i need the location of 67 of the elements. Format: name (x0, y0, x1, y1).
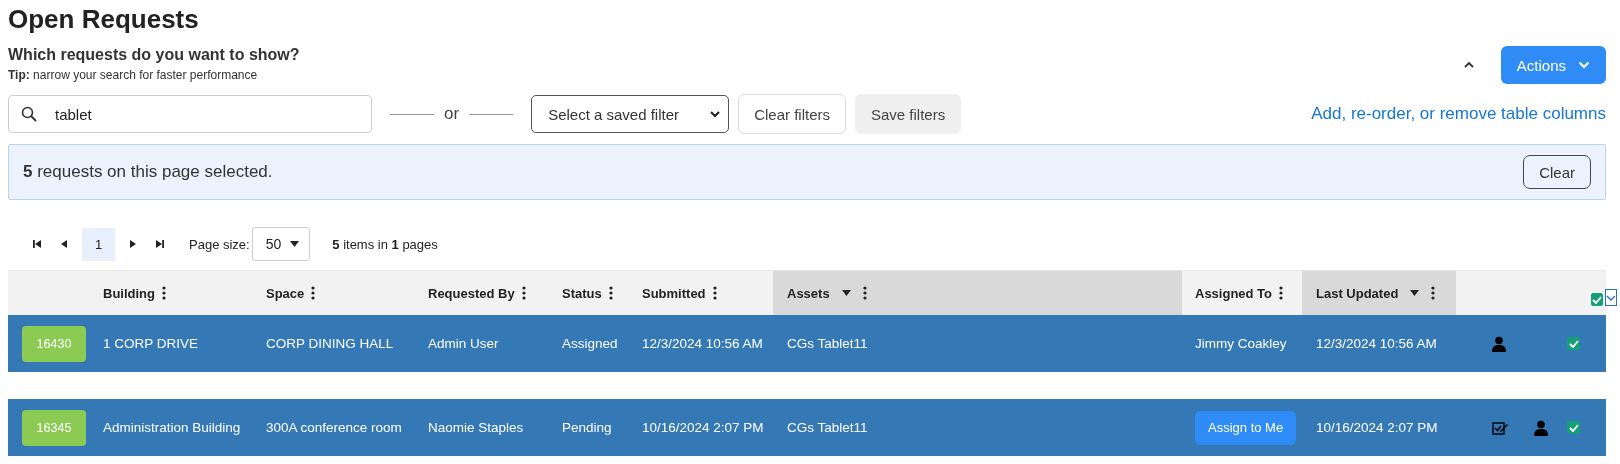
table-cell: CGs Tablet11 (787, 336, 868, 351)
sort-down-icon (1410, 290, 1420, 296)
collapse-icon[interactable] (1462, 61, 1475, 69)
column-menu-icon[interactable] (862, 286, 867, 300)
sort-down-icon (841, 290, 851, 296)
table-cell: 1 CORP DRIVE (103, 336, 199, 351)
edit-icon[interactable] (1492, 419, 1509, 436)
column-header[interactable]: Status (554, 271, 634, 315)
chevron-down-icon (1606, 294, 1616, 301)
table-cell: CORP DINING HALL (266, 336, 394, 351)
person-icon[interactable] (1534, 419, 1548, 436)
table-cell: 12/3/2024 10:56 AM (642, 336, 763, 351)
next-page-icon[interactable] (129, 239, 137, 249)
table-cell: 10/16/2024 2:07 PM (642, 420, 764, 435)
dropdown-arrow-icon (290, 241, 300, 247)
table-cell: Pending (562, 420, 612, 435)
column-header[interactable]: Submitted (634, 271, 773, 315)
select-all-checkbox[interactable] (1591, 293, 1603, 306)
row-checkbox[interactable] (1567, 337, 1580, 350)
table-cell: Assigned (562, 336, 618, 351)
first-page-icon[interactable] (32, 239, 42, 249)
last-page-icon[interactable] (155, 239, 165, 249)
column-menu-icon[interactable] (311, 286, 316, 300)
saved-filter-select[interactable]: Select a saved filter (531, 95, 730, 133)
table-cell: Administration Building (103, 420, 241, 435)
page-size-label: Page size: (189, 236, 250, 252)
column-header[interactable]: Assets (773, 271, 1182, 315)
request-row[interactable]: 16430 1 CORP DRIVE CORP DINING HALL Admin User Assigned 12/3/2024 10:56 AM CGs Tablet11 Jimmy Coakley 12/3/2024 10:56 AM (8, 315, 1606, 372)
selection-text: 5 requests on this page selected. (23, 162, 273, 182)
page-number[interactable]: 1 (82, 227, 115, 261)
column-header[interactable]: Requested By (420, 271, 554, 315)
column-menu-icon[interactable] (521, 286, 526, 300)
table-cell: Admin User (428, 336, 499, 351)
tip-text: Tip: narrow your search for faster performance (8, 68, 259, 82)
column-header[interactable]: Space (258, 271, 420, 315)
columns-link[interactable]: Add, re-order, or remove table columns (1311, 104, 1606, 124)
or-label: or (444, 104, 460, 124)
table-cell: 12/3/2024 10:56 AM (1316, 336, 1437, 351)
column-header[interactable]: Building (95, 271, 258, 315)
table-cell: Jimmy Coakley (1195, 336, 1287, 351)
column-menu-icon[interactable] (1431, 286, 1436, 300)
column-header[interactable]: Assigned To (1182, 271, 1302, 315)
table-cell: 10/16/2024 2:07 PM (1316, 420, 1438, 435)
filter-button[interactable]: Save filters (855, 94, 962, 134)
table-cell: Naomie Staples (428, 420, 524, 435)
table-cell: CGs Tablet11 (787, 420, 868, 435)
select-menu-button[interactable] (1605, 289, 1617, 306)
column-header[interactable]: Last Updated (1302, 271, 1456, 315)
row-checkbox[interactable] (1567, 421, 1580, 434)
page-title: Open Requests (8, 4, 200, 34)
previous-page-icon[interactable] (60, 239, 68, 249)
column-menu-icon[interactable] (712, 286, 717, 300)
search-field[interactable]: tablet (8, 95, 372, 133)
column-menu-icon[interactable] (1279, 286, 1284, 300)
chevron-down-icon (710, 110, 721, 118)
table-cell: 300A conference room (266, 420, 402, 435)
column-menu-icon[interactable] (608, 286, 613, 300)
filter-button[interactable]: Clear filters (738, 94, 846, 134)
request-row[interactable]: 16345 Administration Building 300A conference room Naomie Staples Pending 10/16/2024 2:07 PM CGs Tablet11 Assign to Me 10/16/2024 2:07 PM (8, 399, 1606, 456)
filter-heading: Which requests do you want to show? (8, 46, 300, 64)
search-icon (21, 106, 37, 122)
page-size-select[interactable]: 50 (251, 227, 311, 261)
person-icon[interactable] (1492, 335, 1506, 352)
clear-button[interactable]: Clear (1523, 155, 1591, 189)
chevron-down-icon (1578, 61, 1590, 69)
column-menu-icon[interactable] (162, 286, 166, 300)
items-summary: 5 items in 1 pages (332, 236, 438, 252)
